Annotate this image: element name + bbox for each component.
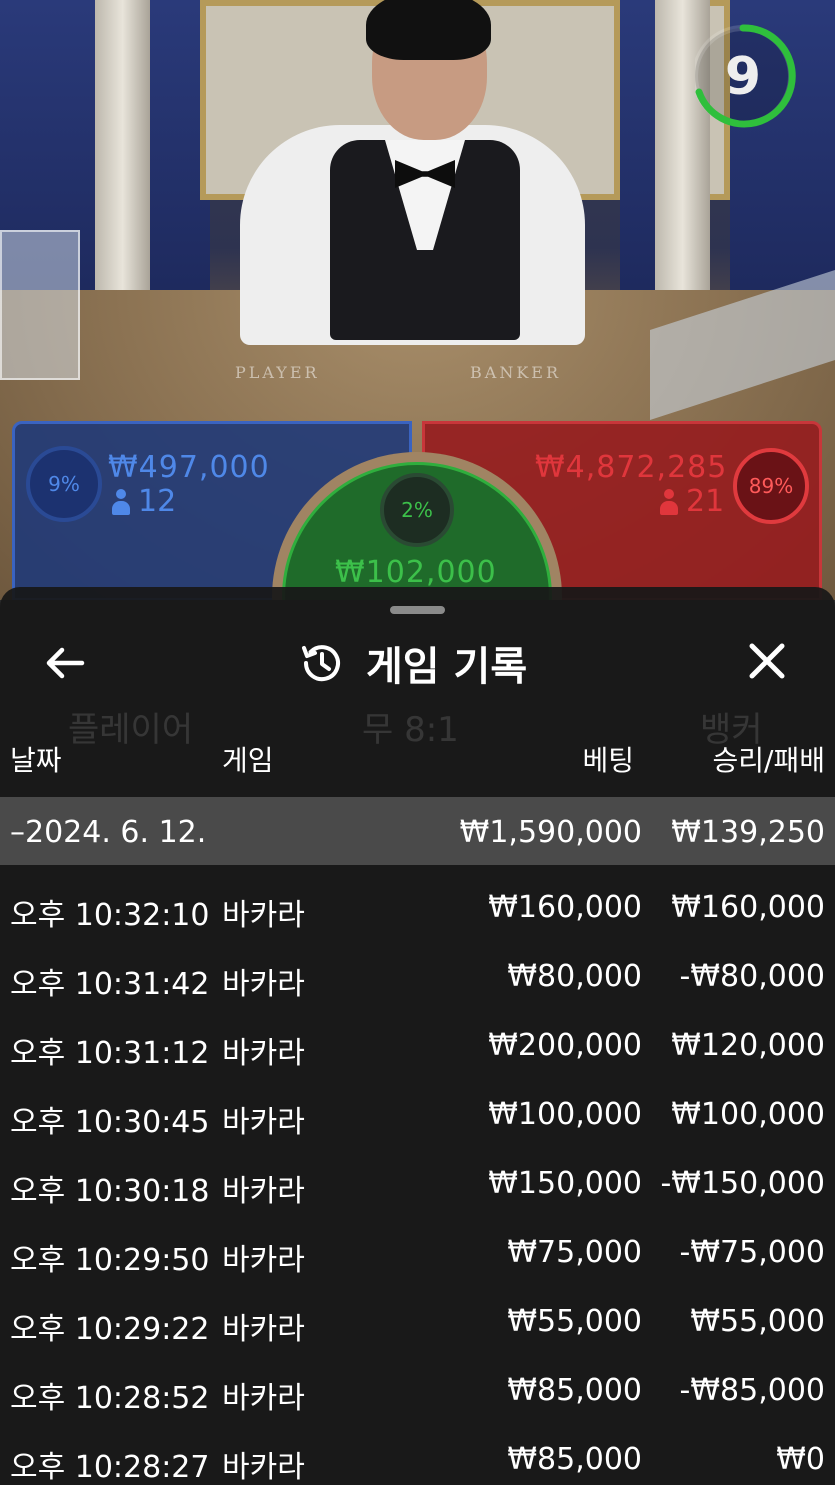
countdown-timer: 9 [692, 22, 803, 130]
history-row[interactable]: 오후 10:30:18 바카라 ₩150,000 -₩150,000 [0, 1148, 835, 1217]
row-game: 바카라 [222, 898, 305, 933]
row-game: 바카라 [222, 1105, 305, 1140]
row-time: 오후 10:28:52 [10, 1381, 210, 1416]
history-icon [302, 645, 340, 682]
row-bet: ₩75,000 [507, 1235, 642, 1270]
col-game: 게임 [222, 744, 274, 777]
col-bet: 베팅 [582, 744, 634, 777]
history-column-headers: 날짜 게임 베팅 승리/패배 [0, 739, 835, 783]
banker-count: 21 [660, 484, 724, 519]
row-time: 오후 10:31:42 [10, 967, 210, 1002]
day-total-win-loss: ₩139,250 [671, 815, 825, 850]
row-win-loss: -₩150,000 [660, 1166, 825, 1201]
banker-bet-total: ₩4,872,285 [535, 450, 728, 485]
player-count: 12 [112, 484, 176, 519]
card-shoe [0, 230, 80, 380]
history-row[interactable]: 오후 10:28:27 바카라 ₩85,000 ₩0 [0, 1424, 835, 1485]
row-time: 오후 10:28:27 [10, 1450, 210, 1485]
row-win-loss: -₩85,000 [679, 1373, 825, 1408]
row-game: 바카라 [222, 1381, 305, 1416]
back-button[interactable] [42, 641, 90, 685]
row-game: 바카라 [222, 1312, 305, 1347]
col-date: 날짜 [10, 744, 62, 777]
history-header: 게임 기록 [0, 627, 835, 697]
history-row[interactable]: 오후 10:29:50 바카라 ₩75,000 -₩75,000 [0, 1217, 835, 1286]
banker-count-value: 21 [686, 484, 725, 519]
history-row[interactable]: 오후 10:28:52 바카라 ₩85,000 -₩85,000 [0, 1355, 835, 1424]
day-total-bet: ₩1,590,000 [459, 815, 642, 850]
day-date: –2024. 6. 12. [10, 815, 207, 850]
row-win-loss: ₩100,000 [671, 1097, 825, 1132]
history-row[interactable]: 오후 10:32:10 바카라 ₩160,000 ₩160,000 [0, 872, 835, 941]
row-time: 오후 10:31:12 [10, 1036, 210, 1071]
game-history-sheet: 플레이어 무 8:1 뱅커 게임 기록 날짜 게임 베팅 승리/패배 –2024… [0, 587, 835, 1485]
close-icon [749, 643, 785, 679]
row-bet: ₩150,000 [488, 1166, 642, 1201]
tie-percent: 2% [380, 473, 454, 547]
person-icon [112, 488, 130, 515]
row-game: 바카라 [222, 1450, 305, 1485]
history-row[interactable]: 오후 10:29:22 바카라 ₩55,000 ₩55,000 [0, 1286, 835, 1355]
day-summary-row[interactable]: –2024. 6. 12. ₩1,590,000 ₩139,250 [0, 797, 835, 865]
row-game: 바카라 [222, 1243, 305, 1278]
row-time: 오후 10:30:18 [10, 1174, 210, 1209]
row-win-loss: ₩55,000 [690, 1304, 825, 1339]
row-bet: ₩160,000 [488, 890, 642, 925]
player-percent: 9% [26, 446, 102, 522]
row-bet: ₩80,000 [507, 959, 642, 994]
history-row[interactable]: 오후 10:31:42 바카라 ₩80,000 -₩80,000 [0, 941, 835, 1010]
col-win-loss: 승리/패배 [712, 744, 825, 777]
table-label-banker: BANKER [470, 363, 561, 382]
row-game: 바카라 [222, 967, 305, 1002]
row-bet: ₩55,000 [507, 1304, 642, 1339]
banker-percent: 89% [733, 448, 809, 524]
drag-handle[interactable] [390, 606, 445, 614]
row-bet: ₩85,000 [507, 1373, 642, 1408]
tie-bet-total: ₩102,000 [335, 555, 497, 590]
row-bet: ₩200,000 [488, 1028, 642, 1063]
row-win-loss: ₩160,000 [671, 890, 825, 925]
history-row[interactable]: 오후 10:30:45 바카라 ₩100,000 ₩100,000 [0, 1079, 835, 1148]
row-win-loss: ₩120,000 [671, 1028, 825, 1063]
history-row[interactable]: 오후 10:31:12 바카라 ₩200,000 ₩120,000 [0, 1010, 835, 1079]
row-bet: ₩85,000 [507, 1442, 642, 1477]
row-game: 바카라 [222, 1174, 305, 1209]
player-bet-total: ₩497,000 [108, 450, 270, 485]
timer-seconds: 9 [724, 47, 762, 107]
row-win-loss: -₩75,000 [679, 1235, 825, 1270]
player-count-value: 12 [138, 484, 177, 519]
row-game: 바카라 [222, 1036, 305, 1071]
arrow-left-icon [46, 647, 85, 679]
close-button[interactable] [740, 639, 794, 687]
table-label-player: PLAYER [235, 363, 320, 382]
row-time: 오후 10:29:50 [10, 1243, 210, 1278]
row-time: 오후 10:32:10 [10, 898, 210, 933]
row-time: 오후 10:29:22 [10, 1312, 210, 1347]
row-time: 오후 10:30:45 [10, 1105, 210, 1140]
row-win-loss: ₩0 [776, 1442, 825, 1477]
row-bet: ₩100,000 [488, 1097, 642, 1132]
person-icon [660, 488, 678, 515]
row-win-loss: -₩80,000 [679, 959, 825, 994]
history-title: 게임 기록 [366, 644, 528, 690]
